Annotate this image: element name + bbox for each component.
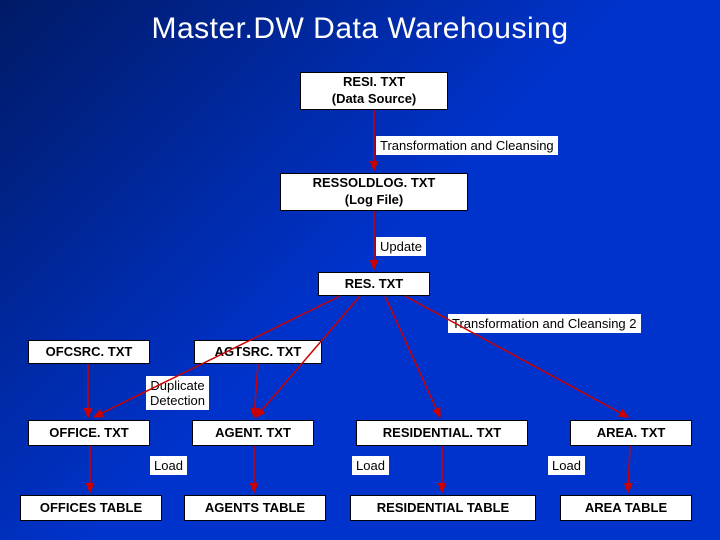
res-label: RES. TXT [345,276,404,293]
ressoldlog-line2: (Log File) [345,192,404,209]
label-update: Update [376,237,426,256]
area-label: AREA. TXT [597,425,666,442]
agents-table-label: AGENTS TABLE [205,500,305,517]
offices-table-label: OFFICES TABLE [40,500,142,517]
agent-label: AGENT. TXT [215,425,291,442]
node-agtsrc: AGTSRC. TXT [194,340,322,364]
node-ressoldlog: RESSOLDLOG. TXT (Log File) [280,173,468,211]
agtsrc-label: AGTSRC. TXT [215,344,302,361]
node-agents-table: AGENTS TABLE [184,495,326,521]
node-offices-table: OFFICES TABLE [20,495,162,521]
label-load1: Load [150,456,187,475]
node-residential-table: RESIDENTIAL TABLE [350,495,536,521]
node-res: RES. TXT [318,272,430,296]
node-office: OFFICE. TXT [28,420,150,446]
area-table-label: AREA TABLE [585,500,667,517]
node-ofcsrc: OFCSRC. TXT [28,340,150,364]
residential-table-label: RESIDENTIAL TABLE [377,500,509,517]
label-transform2: Transformation and Cleansing 2 [448,314,641,333]
label-dupdetect: Duplicate Detection [146,376,209,410]
resi-line2: (Data Source) [332,91,417,108]
node-area: AREA. TXT [570,420,692,446]
node-resi: RESI. TXT (Data Source) [300,72,448,110]
resi-line1: RESI. TXT [343,74,405,91]
node-area-table: AREA TABLE [560,495,692,521]
ofcsrc-label: OFCSRC. TXT [46,344,133,361]
label-transform1: Transformation and Cleansing [376,136,558,155]
ressoldlog-line1: RESSOLDLOG. TXT [313,175,436,192]
page-title: Master.DW Data Warehousing [0,0,720,46]
label-load3: Load [548,456,585,475]
node-residential: RESIDENTIAL. TXT [356,420,528,446]
residential-label: RESIDENTIAL. TXT [383,425,501,442]
label-load2: Load [352,456,389,475]
node-agent: AGENT. TXT [192,420,314,446]
office-label: OFFICE. TXT [49,425,128,442]
